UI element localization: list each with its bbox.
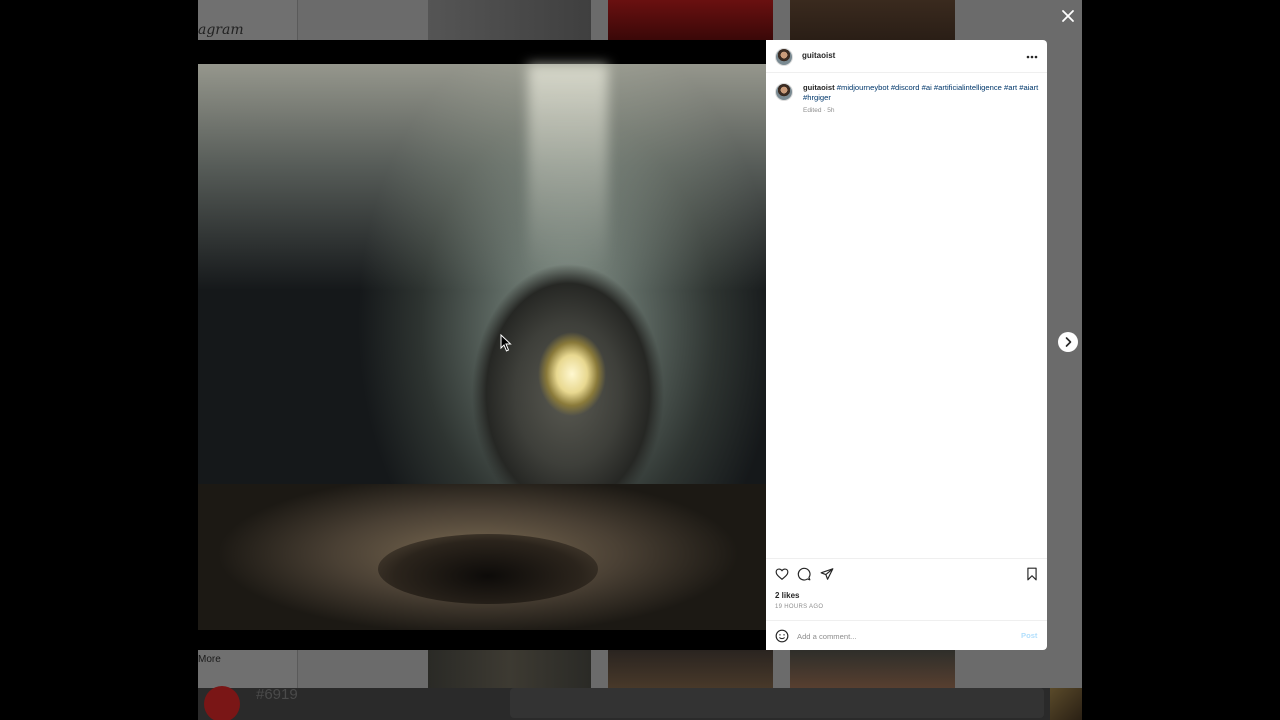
avatar bbox=[204, 686, 240, 720]
decorative-ornament bbox=[1050, 688, 1082, 720]
comment-input[interactable] bbox=[797, 629, 997, 643]
avatar[interactable] bbox=[775, 83, 793, 101]
next-post-button[interactable] bbox=[1058, 332, 1078, 352]
grid-thumbnail[interactable] bbox=[608, 0, 773, 40]
caption-text: guitaoist #midjourneybot #discord #ai #a… bbox=[803, 83, 1039, 103]
hashtag-link[interactable]: #aiart bbox=[1019, 83, 1038, 92]
post-timestamp: 19 HOURS AGO bbox=[775, 604, 824, 610]
post-image bbox=[198, 64, 766, 630]
more-menu-link[interactable]: More bbox=[198, 654, 221, 665]
light-ray bbox=[528, 64, 608, 274]
chevron-right-icon bbox=[1065, 337, 1072, 347]
likes-count[interactable]: 2 likes bbox=[775, 591, 799, 600]
background-message-field bbox=[510, 688, 1044, 718]
hashtag-link[interactable]: #art bbox=[1004, 83, 1017, 92]
instagram-logo: agram bbox=[198, 22, 244, 38]
post-details-panel: guitaoist guitaoist #midjourneybot #disc… bbox=[766, 40, 1047, 650]
heart-icon[interactable] bbox=[775, 567, 789, 581]
post-comment-button[interactable]: Post bbox=[1021, 631, 1037, 640]
grid-thumbnail[interactable] bbox=[790, 650, 955, 690]
channel-number: #6919 bbox=[256, 686, 298, 703]
more-horizontal-icon[interactable] bbox=[1025, 50, 1039, 64]
hashtag-link[interactable]: #artificialintelligence bbox=[934, 83, 1002, 92]
background-edge bbox=[1050, 688, 1280, 720]
caption-username[interactable]: guitaoist bbox=[803, 83, 835, 92]
share-icon[interactable] bbox=[820, 567, 834, 581]
grid-thumbnail[interactable] bbox=[428, 650, 591, 690]
bookmark-icon[interactable] bbox=[1025, 567, 1039, 581]
emoji-icon[interactable] bbox=[775, 629, 789, 643]
image-pit bbox=[378, 534, 598, 604]
post-image-pane[interactable] bbox=[198, 40, 766, 650]
close-icon[interactable] bbox=[1060, 8, 1076, 24]
grid-thumbnail[interactable] bbox=[428, 0, 591, 40]
hashtag-link[interactable]: #ai bbox=[922, 83, 932, 92]
hashtag-link[interactable]: #midjourneybot bbox=[837, 83, 889, 92]
grid-thumbnail[interactable] bbox=[790, 0, 955, 40]
background-bottom-bar: #6919 bbox=[198, 686, 1082, 720]
hashtag-link[interactable]: #discord bbox=[891, 83, 920, 92]
grid-thumbnail[interactable] bbox=[608, 650, 773, 690]
screen: agram More #6919 guitaoist guitaoist #mi… bbox=[0, 0, 1280, 720]
comment-bar: Post bbox=[766, 620, 1047, 650]
avatar[interactable] bbox=[775, 48, 793, 66]
post-header: guitaoist bbox=[766, 40, 1047, 73]
post-username[interactable]: guitaoist bbox=[802, 51, 835, 60]
caption-meta: Edited · 5h bbox=[803, 107, 835, 114]
mouse-cursor-icon bbox=[500, 334, 512, 352]
hashtag-link[interactable]: #hrgiger bbox=[803, 93, 831, 102]
comment-icon[interactable] bbox=[797, 567, 811, 581]
